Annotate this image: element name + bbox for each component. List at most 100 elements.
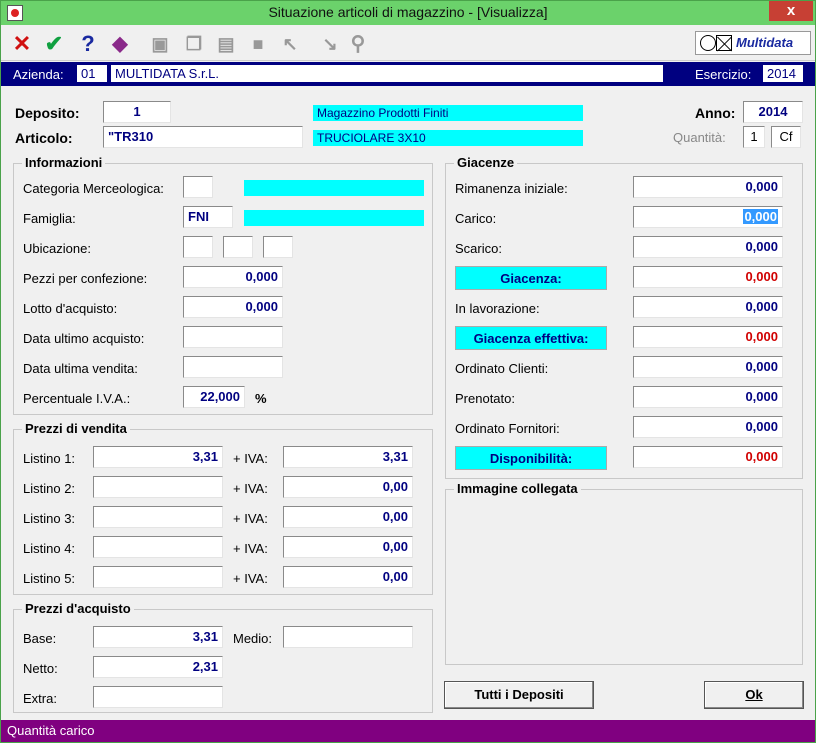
listino-price-field[interactable]: 3,31 — [93, 446, 223, 468]
giacenze-title: Giacenze — [454, 155, 518, 170]
cancel-icon[interactable]: ✕ — [9, 31, 35, 57]
informazioni-title: Informazioni — [22, 155, 106, 170]
listino-iva-field[interactable]: 0,00 — [283, 566, 413, 588]
disponibilita-field[interactable]: 0,000 — [633, 446, 783, 468]
listino-price-field[interactable] — [93, 536, 223, 558]
data-vendita-label: Data ultima vendita: — [23, 361, 138, 376]
famiglia-description — [244, 210, 424, 226]
confirm-icon[interactable]: ✔ — [41, 31, 67, 57]
tools-icon[interactable]: ◆ — [107, 31, 133, 57]
listino-iva-field[interactable]: 3,31 — [283, 446, 413, 468]
listino-label: Listino 3: — [23, 511, 76, 526]
esercizio-label: Esercizio: — [695, 67, 752, 82]
extra-field[interactable] — [93, 686, 223, 708]
multidata-logo[interactable]: Multidata — [695, 31, 811, 55]
prezzi-acquisto-group: Prezzi d'acquisto — [13, 601, 433, 713]
giacenza-effettiva-field[interactable]: 0,000 — [633, 326, 783, 348]
title-bar: Situazione articoli di magazzino - [Visu… — [1, 1, 815, 25]
listino-iva-field[interactable]: 0,00 — [283, 506, 413, 528]
famiglia-field[interactable]: FNI — [183, 206, 233, 228]
base-field[interactable]: 3,31 — [93, 626, 223, 648]
listino-price-field[interactable] — [93, 506, 223, 528]
listino-label: Listino 2: — [23, 481, 76, 496]
app-window: Situazione articoli di magazzino - [Visu… — [0, 0, 816, 743]
ok-button[interactable]: Ok — [704, 681, 804, 709]
listino-price-field[interactable] — [93, 476, 223, 498]
base-label: Base: — [23, 631, 57, 646]
tutti-depositi-button[interactable]: Tutti i Depositi — [444, 681, 594, 709]
scarico-label: Scarico: — [455, 241, 502, 256]
iva-field[interactable]: 22,000 — [183, 386, 245, 408]
categoria-label: Categoria Merceologica: — [23, 181, 164, 196]
toolbar: ✕ ✔ ? ◆ ▣ ❐ ▤ ■ ↖ ↘ ⚲ Multidata — [1, 27, 815, 61]
scarico-field[interactable]: 0,000 — [633, 236, 783, 258]
listino-price-field[interactable] — [93, 566, 223, 588]
anno-field[interactable]: 2014 — [743, 101, 803, 123]
binoculars-icon[interactable]: ▣ — [147, 31, 173, 57]
prezzi-acquisto-title: Prezzi d'acquisto — [22, 601, 134, 616]
categoria-field[interactable] — [183, 176, 213, 198]
quantita-unit: Cf — [771, 126, 801, 148]
listino-iva-label: + IVA: — [233, 481, 268, 496]
stop-icon[interactable]: ■ — [245, 31, 271, 57]
quantita-label: Quantità: — [673, 130, 726, 145]
ubicazione-field-3[interactable] — [263, 236, 293, 258]
iva-percent-sign: % — [255, 391, 267, 406]
ordinato-fornitori-field[interactable]: 0,000 — [633, 416, 783, 438]
pezzi-field[interactable]: 0,000 — [183, 266, 283, 288]
articolo-description: TRUCIOLARE 3X10 — [313, 130, 583, 146]
medio-field[interactable] — [283, 626, 413, 648]
azienda-label: Azienda: — [13, 67, 64, 82]
data-acquisto-label: Data ultimo acquisto: — [23, 331, 145, 346]
listino-iva-field[interactable]: 0,00 — [283, 476, 413, 498]
prezzi-vendita-title: Prezzi di vendita — [22, 421, 130, 436]
iva-label: Percentuale I.V.A.: — [23, 391, 131, 406]
pezzi-label: Pezzi per confezione: — [23, 271, 148, 286]
lavorazione-field[interactable]: 0,000 — [633, 296, 783, 318]
quantita-field[interactable]: 1 — [743, 126, 765, 148]
ordinato-clienti-label: Ordinato Clienti: — [455, 361, 549, 376]
deposito-description: Magazzino Prodotti Finiti — [313, 105, 583, 121]
close-button[interactable]: x — [769, 1, 813, 21]
prenotato-field[interactable]: 0,000 — [633, 386, 783, 408]
esercizio-value: 2014 — [763, 65, 803, 82]
rimanenza-field[interactable]: 0,000 — [633, 176, 783, 198]
lotto-label: Lotto d'acquisto: — [23, 301, 118, 316]
window-title: Situazione articoli di magazzino - [Visu… — [268, 4, 548, 20]
arrow-up-icon[interactable]: ↖ — [277, 31, 303, 57]
company-bar: Azienda: 01 MULTIDATA S.r.L. Esercizio: … — [1, 62, 815, 86]
prenotato-label: Prenotato: — [455, 391, 515, 406]
azienda-code: 01 — [77, 65, 107, 82]
netto-field[interactable]: 2,31 — [93, 656, 223, 678]
search-icon[interactable]: ⚲ — [345, 31, 371, 57]
data-acquisto-field[interactable] — [183, 326, 283, 348]
logo-circle-icon — [700, 35, 716, 51]
listino-iva-field[interactable]: 0,00 — [283, 536, 413, 558]
famiglia-label: Famiglia: — [23, 211, 76, 226]
copy-icon[interactable]: ❐ — [181, 31, 207, 57]
lavorazione-label: In lavorazione: — [455, 301, 540, 316]
disponibilita-label: Disponibilità: — [455, 446, 607, 470]
arrow-down-icon[interactable]: ↘ — [317, 31, 343, 57]
brand-text: Multidata — [736, 35, 794, 50]
status-bar: Quantità carico — [1, 720, 815, 742]
listino-label: Listino 4: — [23, 541, 76, 556]
ubicazione-field-1[interactable] — [183, 236, 213, 258]
logo-box-icon — [716, 35, 732, 51]
listino-iva-label: + IVA: — [233, 541, 268, 556]
ordinato-fornitori-label: Ordinato Fornitori: — [455, 421, 560, 436]
azienda-name: MULTIDATA S.r.L. — [111, 65, 663, 82]
ubicazione-field-2[interactable] — [223, 236, 253, 258]
lotto-field[interactable]: 0,000 — [183, 296, 283, 318]
data-vendita-field[interactable] — [183, 356, 283, 378]
medio-label: Medio: — [233, 631, 273, 646]
articolo-field[interactable]: "TR310 — [103, 126, 303, 148]
document-icon[interactable]: ▤ — [213, 31, 239, 57]
deposito-field[interactable]: 1 — [103, 101, 171, 123]
anno-label: Anno: — [695, 105, 736, 121]
carico-field[interactable]: 0,000 — [633, 206, 783, 228]
help-icon[interactable]: ? — [75, 31, 101, 57]
giacenza-field[interactable]: 0,000 — [633, 266, 783, 288]
articolo-label: Articolo: — [15, 130, 73, 146]
ordinato-clienti-field[interactable]: 0,000 — [633, 356, 783, 378]
